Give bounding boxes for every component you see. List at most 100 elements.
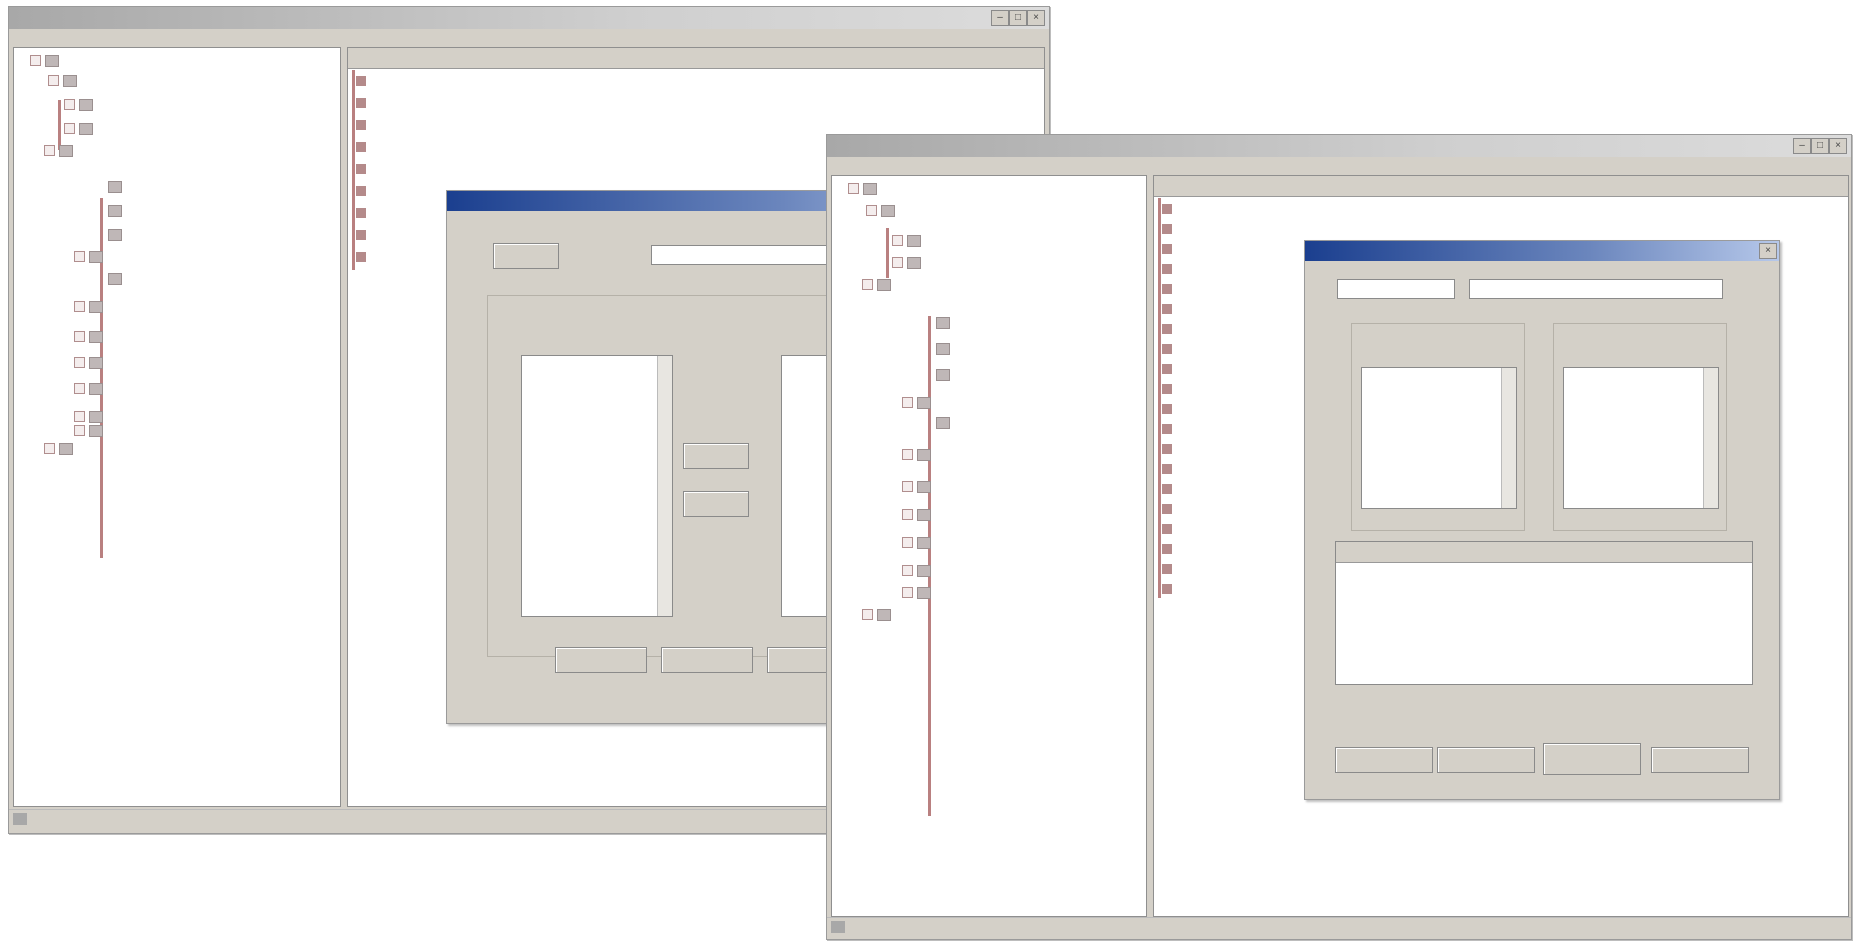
expand-icon[interactable] <box>64 99 75 111</box>
tree-node[interactable] <box>108 202 126 218</box>
tree-node[interactable] <box>936 366 954 382</box>
tree-node[interactable] <box>892 232 925 248</box>
tree-node[interactable] <box>848 180 881 196</box>
list-item[interactable] <box>1162 400 1177 416</box>
list-item[interactable] <box>1162 460 1177 476</box>
list-item[interactable] <box>1162 440 1177 456</box>
expand-icon[interactable] <box>902 509 913 521</box>
list-item[interactable] <box>1362 422 1516 440</box>
menu-item[interactable] <box>866 165 882 169</box>
menu-item[interactable] <box>827 165 843 169</box>
list-item[interactable] <box>356 248 371 264</box>
tree-node[interactable] <box>902 584 935 600</box>
list-item[interactable] <box>1362 386 1516 404</box>
menu-item[interactable] <box>29 37 45 41</box>
tree-node[interactable] <box>30 52 63 68</box>
maximize-icon[interactable]: □ <box>1009 10 1027 26</box>
list-item[interactable] <box>1564 404 1718 422</box>
tree-node[interactable] <box>902 446 935 462</box>
dialog-button-1[interactable] <box>1335 747 1433 773</box>
list-item[interactable] <box>522 374 672 392</box>
left-listbox[interactable] <box>1361 367 1517 509</box>
scrollbar[interactable] <box>1501 368 1516 508</box>
list-item[interactable] <box>1362 404 1516 422</box>
list-item[interactable] <box>522 464 672 482</box>
dialog-button-4[interactable] <box>1651 747 1749 773</box>
list-item[interactable] <box>1362 368 1516 386</box>
list-item[interactable] <box>1362 458 1516 476</box>
list-item[interactable] <box>522 356 672 374</box>
list-item[interactable] <box>356 182 371 198</box>
tree-node[interactable] <box>64 120 97 136</box>
list-item[interactable] <box>1162 380 1177 396</box>
minimize-icon[interactable]: – <box>991 10 1009 26</box>
tree-node[interactable] <box>108 226 126 242</box>
list-item[interactable] <box>1162 360 1177 376</box>
expand-icon[interactable] <box>64 123 75 135</box>
tree-node[interactable] <box>866 202 899 218</box>
scrollbar[interactable] <box>1703 368 1718 508</box>
close-icon[interactable]: × <box>1027 10 1045 26</box>
expand-icon[interactable] <box>74 425 85 437</box>
close-icon[interactable]: × <box>1759 243 1777 259</box>
add-button[interactable] <box>683 443 749 469</box>
expand-icon[interactable] <box>74 383 85 395</box>
list-item[interactable] <box>1162 580 1177 596</box>
tree-node[interactable] <box>862 276 895 292</box>
front-tree-pane[interactable] <box>831 175 1147 917</box>
list-item[interactable] <box>1162 280 1177 296</box>
tree-node[interactable] <box>902 506 935 522</box>
dialog-top-button[interactable] <box>493 243 559 269</box>
tree-node[interactable] <box>44 440 77 456</box>
list-item[interactable] <box>1162 200 1177 216</box>
expand-icon[interactable] <box>74 357 85 369</box>
maximize-icon[interactable]: □ <box>1811 138 1829 154</box>
expand-icon[interactable] <box>862 609 873 621</box>
tree-node[interactable] <box>74 422 107 438</box>
list-item[interactable] <box>356 204 371 220</box>
scrollbar[interactable] <box>657 356 672 616</box>
details-table[interactable] <box>1335 541 1753 685</box>
list-item[interactable] <box>1564 386 1718 404</box>
tree-node[interactable] <box>902 478 935 494</box>
tree-node[interactable] <box>74 248 107 264</box>
expand-icon[interactable] <box>74 331 85 343</box>
front-dialog-titlebar[interactable]: × <box>1305 241 1779 261</box>
list-item[interactable] <box>1162 500 1177 516</box>
list-item[interactable] <box>1564 440 1718 458</box>
list-item[interactable] <box>356 160 371 176</box>
menu-item[interactable] <box>48 37 64 41</box>
expand-icon[interactable] <box>74 301 85 313</box>
expand-icon[interactable] <box>902 537 913 549</box>
list-item[interactable] <box>1162 480 1177 496</box>
list-item[interactable] <box>356 116 371 132</box>
expand-icon[interactable] <box>892 235 903 247</box>
dialog-button-2[interactable] <box>1437 747 1535 773</box>
tree-node[interactable] <box>74 298 107 314</box>
tree-node[interactable] <box>936 414 954 430</box>
expand-icon[interactable] <box>44 443 55 455</box>
list-item[interactable] <box>1162 540 1177 556</box>
expand-icon[interactable] <box>892 257 903 269</box>
tree-node[interactable] <box>108 270 126 286</box>
available-listbox[interactable] <box>521 355 673 617</box>
front-window-titlebar[interactable]: – □ × <box>827 135 1851 157</box>
list-item[interactable] <box>356 94 371 110</box>
tree-node[interactable] <box>936 340 954 356</box>
list-item[interactable] <box>1162 240 1177 256</box>
list-item[interactable] <box>522 446 672 464</box>
dialog-cancel-button[interactable] <box>661 647 753 673</box>
list-item[interactable] <box>1162 320 1177 336</box>
tree-node[interactable] <box>902 394 935 410</box>
list-item[interactable] <box>522 410 672 428</box>
list-item[interactable] <box>1564 368 1718 386</box>
tree-node[interactable] <box>902 534 935 550</box>
tree-node[interactable] <box>902 562 935 578</box>
list-item[interactable] <box>1162 220 1177 236</box>
dialog-button-3[interactable] <box>1543 743 1641 775</box>
list-item[interactable] <box>1362 440 1516 458</box>
tree-node[interactable] <box>892 254 925 270</box>
list-item[interactable] <box>1162 420 1177 436</box>
expand-icon[interactable] <box>74 411 85 423</box>
back-window-titlebar[interactable]: – □ × <box>9 7 1049 29</box>
